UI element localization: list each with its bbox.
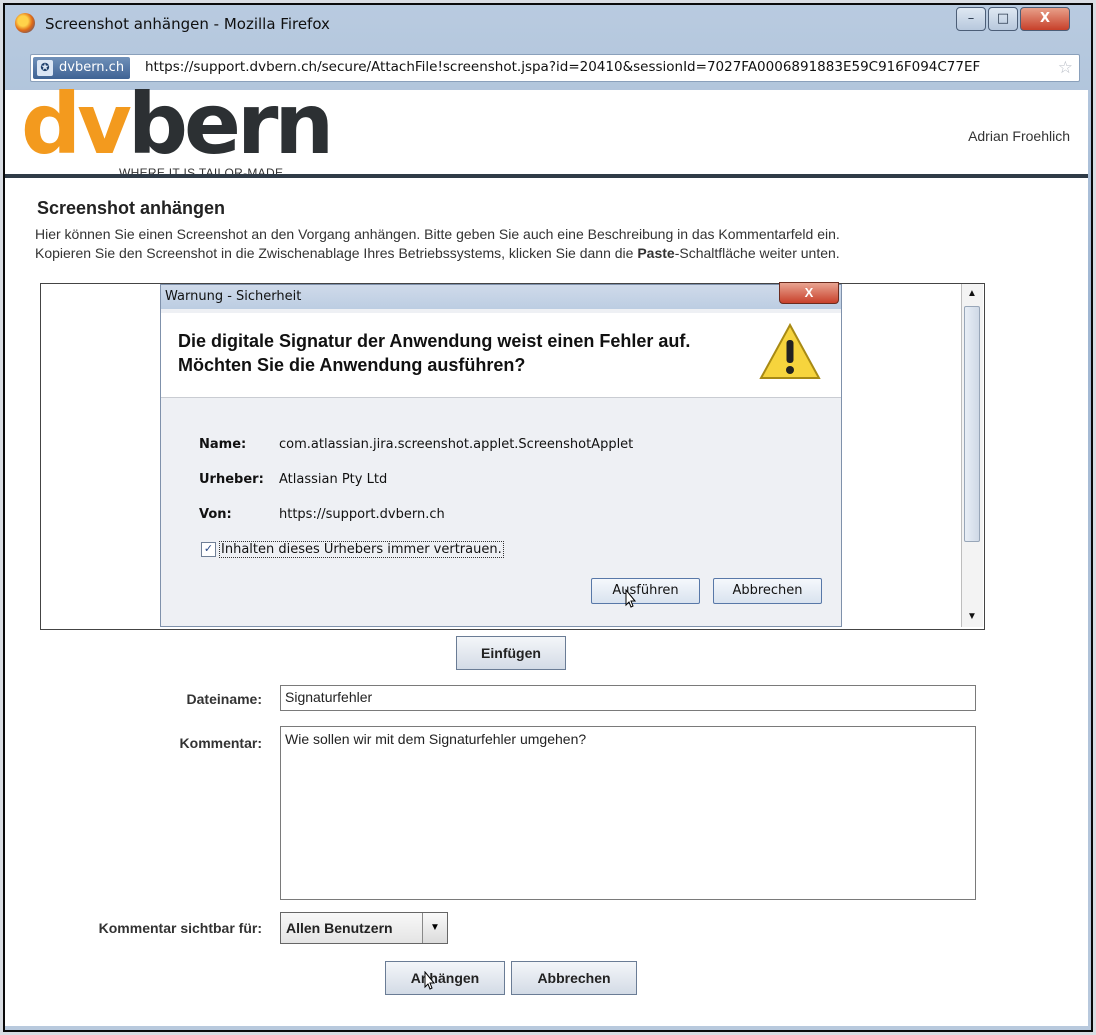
scrollbar-thumb[interactable] — [964, 306, 980, 542]
publisher-value: Atlassian Pty Ltd — [279, 472, 388, 487]
visibility-selected-value: Allen Benutzern — [286, 920, 393, 936]
name-value: com.atlassian.jira.screenshot.applet.Scr… — [279, 437, 634, 452]
intro-line-1: Hier können Sie einen Screenshot an den … — [35, 226, 840, 242]
publisher-label: Urheber: — [199, 472, 264, 487]
intro-text: Hier können Sie einen Screenshot an den … — [35, 225, 840, 263]
window-titlebar: Screenshot anhängen - Mozilla Firefox – … — [5, 5, 1091, 43]
window-title: Screenshot anhängen - Mozilla Firefox — [45, 15, 330, 33]
firefox-logo-icon — [15, 13, 35, 33]
dialog-cancel-button[interactable]: Abbrechen — [713, 578, 822, 604]
header-divider — [5, 174, 1088, 178]
minimize-button[interactable]: – — [956, 7, 986, 31]
user-name[interactable]: Adrian Froehlich — [968, 128, 1070, 144]
dialog-title: Warnung - Sicherheit — [165, 289, 302, 304]
filename-label: Dateiname: — [186, 691, 262, 707]
name-label: Name: — [199, 437, 247, 452]
from-value: https://support.dvbern.ch — [279, 507, 445, 522]
filename-input[interactable]: Signaturfehler — [280, 685, 976, 711]
logo-wordmark: dvbern — [21, 75, 334, 173]
attach-button[interactable]: Anhängen — [385, 961, 505, 995]
cancel-button[interactable]: Abbrechen — [511, 961, 637, 995]
trust-checkbox-label[interactable]: Inhalten dieses Urhebers immer vertrauen… — [219, 541, 504, 558]
paste-button[interactable]: Einfügen — [456, 636, 566, 670]
screenshot-applet-frame[interactable]: ▲ ▼ Warnung - Sicherheit X Die digitale … — [40, 282, 985, 630]
visibility-label: Kommentar sichtbar für: — [98, 920, 262, 936]
from-label: Von: — [199, 507, 232, 522]
dvbern-logo: dvbern WHERE IT IS TAILOR-MADE — [21, 82, 341, 180]
dialog-heading: Die digitale Signatur der Anwendung weis… — [178, 331, 691, 375]
comment-textarea[interactable]: Wie sollen wir mit dem Signaturfehler um… — [280, 726, 976, 900]
maximize-button[interactable]: □ — [988, 7, 1018, 31]
mouse-cursor-icon — [625, 589, 637, 608]
star-icon[interactable]: ☆ — [1058, 58, 1073, 78]
scroll-down-icon[interactable]: ▼ — [964, 609, 980, 625]
url-text[interactable]: https://support.dvbern.ch/secure/AttachF… — [145, 59, 980, 75]
site-identity-label: dvbern.ch — [59, 60, 125, 75]
identity-icon: ✪ — [37, 60, 53, 76]
chevron-down-icon[interactable]: ▼ — [422, 913, 447, 943]
page-title: Screenshot anhängen — [37, 198, 226, 218]
applet-scrollbar[interactable]: ▲ ▼ — [961, 284, 983, 627]
warning-icon — [759, 323, 821, 379]
trust-checkbox[interactable]: ✓ — [201, 542, 216, 557]
dialog-titlebar: Warnung - Sicherheit X — [161, 282, 841, 309]
dialog-close-button[interactable]: X — [779, 282, 839, 304]
mouse-cursor-icon — [424, 971, 436, 990]
run-button[interactable]: Ausführen — [591, 578, 700, 604]
scroll-up-icon[interactable]: ▲ — [964, 286, 980, 302]
intro-line-2: Kopieren Sie den Screenshot in die Zwisc… — [35, 245, 840, 261]
visibility-select[interactable]: Allen Benutzern ▼ — [280, 912, 448, 944]
page-content: dvbern WHERE IT IS TAILOR-MADE Adrian Fr… — [5, 82, 1088, 1026]
security-warning-dialog: Warnung - Sicherheit X Die digitale Sign… — [160, 282, 842, 627]
comment-label: Kommentar: — [179, 735, 262, 751]
dialog-header: Die digitale Signatur der Anwendung weis… — [161, 313, 841, 398]
close-button[interactable]: X — [1020, 7, 1070, 31]
